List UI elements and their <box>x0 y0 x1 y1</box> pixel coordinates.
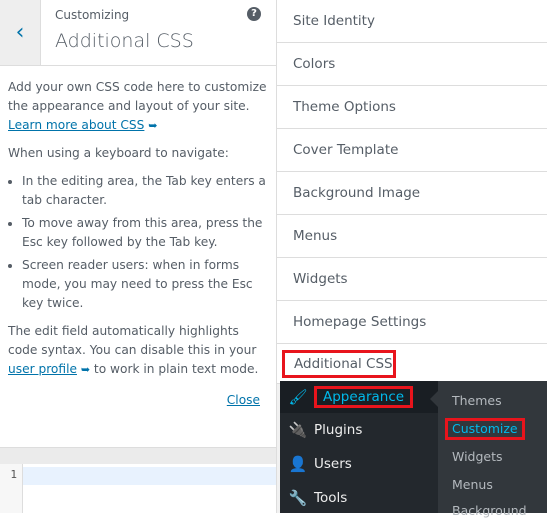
menu-tools[interactable]: 🔧 Tools <box>280 481 438 515</box>
editor-toolbar <box>0 447 276 464</box>
list-item: Screen reader users: when in forms mode,… <box>22 256 268 313</box>
chevron-left-icon: ‹ <box>15 20 25 45</box>
section-colors[interactable]: Colors <box>277 43 547 86</box>
list-item: To move away from this area, press the E… <box>22 214 268 252</box>
submenu-customize[interactable]: Customize <box>445 418 525 440</box>
submenu-menus[interactable]: Menus <box>452 477 493 492</box>
help-button[interactable]: ? <box>247 7 261 21</box>
menu-appearance-label: Appearance <box>314 386 414 408</box>
external-link-icon: ➥ <box>80 363 91 376</box>
keyboard-heading: When using a keyboard to navigate: <box>8 146 229 160</box>
panel-title: Additional CSS <box>55 30 194 52</box>
user-profile-link[interactable]: user profile <box>8 362 77 376</box>
menu-tools-label: Tools <box>314 490 348 506</box>
close-link[interactable]: Close <box>227 393 260 407</box>
customizer-panel: ‹ Customizing Additional CSS ? Add your … <box>0 0 277 513</box>
intro-text: Add your own CSS code here to customize … <box>8 80 267 113</box>
panel-header: ‹ Customizing Additional CSS ? <box>0 0 276 66</box>
submenu-arrow <box>430 391 438 407</box>
question-icon: ? <box>251 8 257 19</box>
menu-plugins[interactable]: 🔌 Plugins <box>280 413 438 447</box>
section-menus[interactable]: Menus <box>277 215 547 258</box>
section-homepage-settings[interactable]: Homepage Settings <box>277 301 547 344</box>
menu-plugins-label: Plugins <box>314 422 363 438</box>
plugin-icon: 🔌 <box>288 421 308 439</box>
external-link-icon: ➥ <box>148 119 158 132</box>
highlight-text: The edit field automatically highlights … <box>8 324 257 357</box>
submenu-background[interactable]: Background <box>452 503 527 518</box>
menu-appearance[interactable]: 🖌 Appearance <box>280 381 438 413</box>
learn-more-link[interactable]: Learn more about CSS <box>8 118 144 132</box>
line-number: 1 <box>0 464 23 513</box>
back-button[interactable]: ‹ <box>0 0 41 65</box>
section-additional-css[interactable]: Additional CSS <box>282 350 396 378</box>
section-cover-template[interactable]: Cover Template <box>277 129 547 172</box>
panel-subtitle: Customizing <box>55 8 130 22</box>
section-widgets[interactable]: Widgets <box>277 258 547 301</box>
paintbrush-icon: 🖌 <box>288 388 308 406</box>
user-icon: 👤 <box>288 455 308 473</box>
section-theme-options[interactable]: Theme Options <box>277 86 547 129</box>
menu-users[interactable]: 👤 Users <box>280 447 438 481</box>
active-line[interactable] <box>23 467 276 485</box>
list-item: In the editing area, the Tab key enters … <box>22 172 268 210</box>
submenu-widgets[interactable]: Widgets <box>452 449 503 464</box>
wrench-icon: 🔧 <box>288 489 308 507</box>
highlight-text-end: to work in plain text mode. <box>90 362 259 376</box>
submenu-themes[interactable]: Themes <box>452 393 502 408</box>
css-editor[interactable]: 1 <box>0 464 276 513</box>
appearance-submenu: Themes Widgets Menus Background <box>438 381 547 518</box>
section-background-image[interactable]: Background Image <box>277 172 547 215</box>
panel-description: Add your own CSS code here to customize … <box>0 66 276 410</box>
admin-menu: 🖌 Appearance 🔌 Plugins 👤 Users 🔧 Tools <box>280 381 438 513</box>
section-site-identity[interactable]: Site Identity <box>277 0 547 43</box>
menu-users-label: Users <box>314 456 352 472</box>
